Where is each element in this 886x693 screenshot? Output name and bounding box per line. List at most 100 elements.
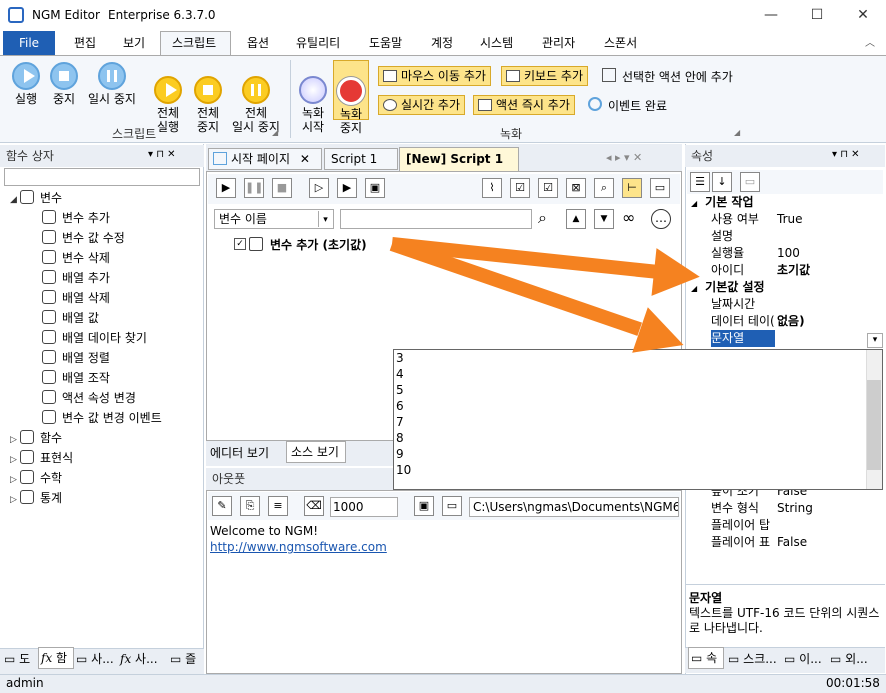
- record-start-button[interactable]: 녹화 시작: [296, 62, 330, 134]
- tab-new-script-1[interactable]: [New] Script 1 ✕: [399, 147, 519, 188]
- infinity-icon[interactable]: ∞: [622, 208, 635, 227]
- output-count-input[interactable]: 1000: [330, 497, 398, 517]
- tab-right-0[interactable]: ▭ 속: [688, 647, 724, 669]
- property-row[interactable]: 데이터 테이(없음): [687, 313, 884, 330]
- scrollbar-thumb[interactable]: [867, 380, 881, 470]
- tree-item[interactable]: 배열 정렬: [42, 348, 110, 368]
- tab-right-2[interactable]: ▭ 이...: [784, 650, 822, 667]
- tree-item[interactable]: 변수 삭제: [42, 248, 110, 268]
- dropdown-option[interactable]: 4: [396, 366, 404, 382]
- tree-item[interactable]: ▷ 통계: [10, 488, 62, 508]
- tab-left-2[interactable]: ▭ 사...: [76, 650, 114, 667]
- expand-icon[interactable]: ▷: [10, 450, 20, 470]
- keyboard-add-button[interactable]: 키보드 추가: [501, 66, 589, 86]
- search-icon[interactable]: ⌕: [538, 208, 547, 228]
- pause-all-button[interactable]: 전체 일시 중지: [228, 62, 284, 134]
- instant-add-button[interactable]: 액션 즉시 추가: [473, 95, 575, 115]
- property-category[interactable]: ◢ 기본 작업: [687, 194, 884, 211]
- more-icon[interactable]: …: [651, 209, 671, 229]
- menu-options[interactable]: 옵션: [247, 34, 269, 51]
- property-row[interactable]: 사용 여부 True: [687, 211, 884, 228]
- tree-item[interactable]: 변수 값 수정: [42, 228, 125, 248]
- expand-icon[interactable]: ▷: [10, 490, 20, 510]
- dialog-launcher-icon[interactable]: ◢: [272, 128, 278, 137]
- step-into-icon[interactable]: ▶: [337, 178, 357, 198]
- menu-view[interactable]: 보기: [123, 34, 145, 51]
- dropdown-option[interactable]: 6: [396, 398, 404, 414]
- tree-item[interactable]: 배열 값: [42, 308, 99, 328]
- folder-icon[interactable]: ▭: [442, 496, 462, 516]
- expand-icon[interactable]: ◢: [10, 190, 20, 210]
- monitor-icon[interactable]: ▭: [650, 178, 670, 198]
- property-value[interactable]: 없음): [777, 313, 805, 330]
- menu-help[interactable]: 도움말: [369, 34, 402, 51]
- property-value[interactable]: True: [777, 211, 803, 228]
- eraser-icon[interactable]: ⌫: [304, 496, 324, 516]
- collapse-icon[interactable]: ◢: [691, 199, 697, 208]
- tab-nav-icon[interactable]: ◂ ▸ ▾ ✕: [606, 151, 642, 164]
- menu-admin[interactable]: 관리자: [542, 34, 575, 51]
- sort-az-icon[interactable]: ↓: [712, 172, 732, 192]
- delete-icon[interactable]: ⊠: [566, 178, 586, 198]
- clear-icon[interactable]: ✎: [212, 496, 232, 516]
- record-stop-button[interactable]: 녹화 중지: [333, 60, 369, 135]
- tree-item[interactable]: ◢ 변수: [10, 188, 62, 208]
- categorized-icon[interactable]: ☰: [690, 172, 710, 192]
- panel-menu-icon[interactable]: ▾ ⊓ ✕: [832, 149, 860, 160]
- play-icon[interactable]: ▶: [216, 178, 236, 198]
- action-item[interactable]: 변수 추가 (초기값): [270, 236, 367, 253]
- menu-sponsor[interactable]: 스폰서: [604, 34, 637, 51]
- tab-start-page[interactable]: 시작 페이지 ✕: [208, 148, 322, 170]
- dropdown-list[interactable]: 3 4 5 6 7 8 9 10: [393, 349, 883, 490]
- website-link[interactable]: http://www.ngmsoftware.com: [210, 540, 387, 554]
- add-in-action-button[interactable]: 선택한 액션 안에 추가: [600, 68, 733, 85]
- tab-editor-view[interactable]: 에디터 보기: [210, 444, 269, 461]
- dropdown-option[interactable]: 10: [396, 462, 411, 478]
- menu-script[interactable]: 스크립트: [172, 34, 216, 51]
- pause-icon[interactable]: ❚❚: [244, 178, 264, 198]
- expand-icon[interactable]: ▷: [10, 430, 20, 450]
- run-button[interactable]: 실행: [8, 62, 44, 106]
- save-icon[interactable]: ▣: [414, 496, 434, 516]
- check-icon[interactable]: ☑: [538, 178, 558, 198]
- tree-item[interactable]: 배열 추가: [42, 268, 110, 288]
- tab-source-view[interactable]: 소스 보기: [286, 441, 346, 463]
- expand-icon[interactable]: ▷: [10, 470, 20, 490]
- property-row[interactable]: 플레이어 탑: [687, 517, 884, 534]
- realtime-add-button[interactable]: 실시간 추가: [378, 95, 466, 115]
- search-icon[interactable]: ⌕: [594, 178, 614, 198]
- function-search-input[interactable]: [4, 168, 200, 186]
- menu-account[interactable]: 계정: [431, 34, 453, 51]
- action-checkbox[interactable]: ✓: [234, 238, 246, 250]
- property-value[interactable]: 100: [777, 245, 800, 262]
- property-row[interactable]: 아이디 초기값: [687, 262, 884, 279]
- menu-system[interactable]: 시스템: [480, 34, 513, 51]
- property-value[interactable]: False: [777, 534, 807, 551]
- tree-item[interactable]: ▷ 함수: [10, 428, 62, 448]
- close-button[interactable]: ✕: [840, 0, 886, 30]
- pause-button[interactable]: 일시 중지: [84, 62, 140, 106]
- panel-menu-icon[interactable]: ▾ ⊓ ✕: [148, 149, 176, 160]
- variable-search-input[interactable]: [340, 209, 532, 229]
- dropdown-option[interactable]: 7: [396, 414, 404, 430]
- dropdown-option[interactable]: 3: [396, 350, 404, 366]
- tree-item[interactable]: 변수 추가: [42, 208, 110, 228]
- property-row[interactable]: 실행율 100: [687, 245, 884, 262]
- event-done-button[interactable]: 이벤트 완료: [586, 97, 667, 114]
- property-row[interactable]: 문자열: [687, 330, 884, 347]
- dropdown-option[interactable]: 5: [396, 382, 404, 398]
- tab-left-3[interactable]: fx 사...: [120, 650, 158, 667]
- tree-item[interactable]: 배열 데이타 찾기: [42, 328, 147, 348]
- property-row[interactable]: 날짜시간: [687, 296, 884, 313]
- tab-left-0[interactable]: ▭ 도: [4, 650, 30, 667]
- close-icon[interactable]: ✕: [300, 152, 310, 166]
- property-pages-icon[interactable]: ▭: [740, 172, 760, 192]
- menu-edit[interactable]: 편집: [74, 34, 96, 51]
- tab-right-1[interactable]: ▭ 스크...: [728, 650, 777, 667]
- tree-item[interactable]: 변수 값 변경 이벤트: [42, 408, 162, 428]
- stop-all-button[interactable]: 전체 중지: [190, 62, 226, 134]
- tab-left-4[interactable]: ▭ 즐: [170, 650, 196, 667]
- menu-file[interactable]: File: [3, 31, 55, 55]
- check-all-icon[interactable]: ☑: [510, 178, 530, 198]
- dropdown-option[interactable]: 8: [396, 430, 404, 446]
